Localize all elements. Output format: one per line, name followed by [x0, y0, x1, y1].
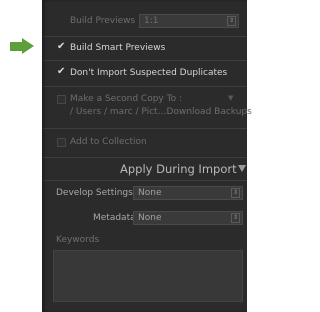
arrow-head: [22, 38, 34, 54]
build-previews-label: Build Previews: [70, 16, 136, 26]
build-previews-row: Build Previews 1:1 ⇕: [53, 10, 239, 32]
divider: [42, 157, 247, 158]
triangle-down-icon[interactable]: [238, 165, 246, 172]
keywords-label: Keywords: [56, 235, 100, 245]
divider: [42, 128, 247, 129]
second-copy-checkbox[interactable]: [57, 95, 66, 104]
metadata-label: Metadata: [93, 213, 136, 223]
checkbox-checked-icon[interactable]: ✔: [57, 65, 65, 79]
build-previews-select[interactable]: 1:1 ⇕: [139, 14, 239, 28]
build-smart-previews-row[interactable]: ✔ Build Smart Previews: [53, 37, 239, 59]
add-to-collection-label: Add to Collection: [70, 137, 147, 147]
arrow-shaft: [10, 42, 22, 51]
select-arrows-icon: ⇕: [231, 188, 240, 198]
metadata-select[interactable]: None ⇕: [133, 211, 243, 225]
checkbox-checked-icon[interactable]: ✔: [57, 40, 65, 54]
second-copy-row: Make a Second Copy To : / Users / marc /…: [53, 88, 252, 124]
chevron-down-icon[interactable]: ▼: [228, 94, 233, 102]
develop-settings-value: None: [138, 188, 162, 198]
divider: [42, 60, 247, 61]
dont-import-duplicates-row[interactable]: ✔ Don't Import Suspected Duplicates: [53, 62, 239, 84]
add-to-collection-row: Add to Collection: [53, 131, 239, 153]
build-smart-previews-label: Build Smart Previews: [70, 43, 166, 53]
divider: [42, 86, 247, 87]
divider: [42, 180, 247, 181]
develop-settings-select[interactable]: None ⇕: [133, 186, 243, 200]
develop-settings-row: Develop Settings None ⇕: [56, 182, 243, 204]
select-arrows-icon: ⇕: [227, 16, 236, 26]
apply-during-import-title[interactable]: Apply During Import: [120, 162, 237, 176]
metadata-row: Metadata None ⇕: [56, 207, 243, 229]
keywords-input[interactable]: [53, 250, 243, 302]
build-previews-value: 1:1: [144, 16, 159, 26]
develop-settings-label: Develop Settings: [56, 188, 133, 198]
second-copy-path[interactable]: / Users / marc / Pict…Download Backups: [70, 101, 252, 123]
metadata-value: None: [138, 213, 162, 223]
add-to-collection-checkbox[interactable]: [57, 138, 66, 147]
dont-import-duplicates-label: Don't Import Suspected Duplicates: [70, 68, 228, 78]
select-arrows-icon: ⇕: [231, 213, 240, 223]
